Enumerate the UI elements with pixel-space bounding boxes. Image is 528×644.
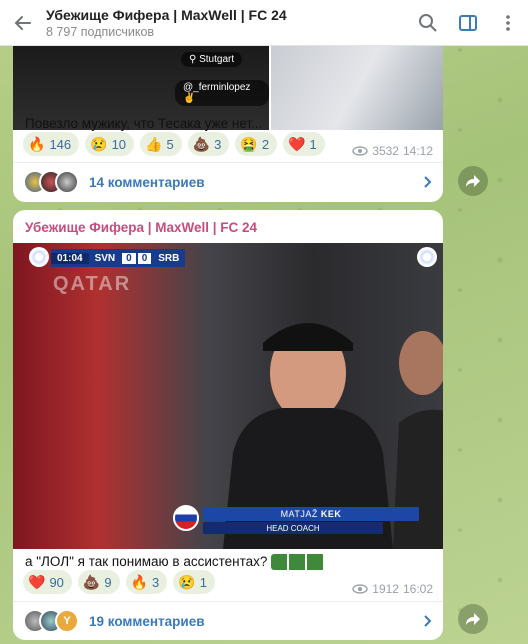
- message-text: а "ЛОЛ" я так понимаю в ассистентах?: [25, 554, 326, 571]
- chevron-right-icon: [424, 176, 432, 188]
- reaction-pill[interactable]: ❤️ 1: [283, 132, 325, 156]
- slovenia-flag-icon: [173, 505, 199, 531]
- search-icon: [419, 13, 437, 32]
- sidebar-toggle-button[interactable]: [448, 0, 488, 46]
- stadium-ad-text: QATAR: [53, 273, 132, 295]
- sender-name[interactable]: Убежище Фифера | MaxWell | FC 24: [25, 220, 257, 235]
- channel-title: Убежище Фифера | MaxWell | FC 24: [46, 6, 287, 23]
- comments-button[interactable]: 14 комментариев: [13, 162, 443, 202]
- reaction-pill[interactable]: 💩 9: [77, 570, 120, 594]
- name-lower-third: MATJAŽ KEK HEAD COACH: [173, 503, 419, 537]
- commenter-avatars: [23, 170, 79, 194]
- reaction-pill[interactable]: 🔥 146: [23, 132, 80, 156]
- share-icon: [466, 613, 480, 625]
- subscriber-count: 8 797 подписчиков: [46, 24, 155, 39]
- euro-logo-icon: [29, 247, 49, 267]
- commenter-avatars: Y: [23, 609, 79, 633]
- search-button[interactable]: [408, 0, 448, 46]
- message-time: 16:02: [402, 582, 433, 596]
- views-count: 1912: [372, 582, 399, 596]
- views-count: 3532: [372, 144, 399, 158]
- reaction-pill[interactable]: 🤮 2: [235, 132, 278, 156]
- message-bubble[interactable]: Убежище Фифера | MaxWell | FC 24 01:04 S…: [13, 210, 443, 640]
- message-text: Повезло мужику, что Тесака уже нет...: [25, 116, 263, 131]
- reaction-pill[interactable]: 👍 5: [140, 132, 182, 156]
- reaction-pill[interactable]: 😢 10: [85, 132, 135, 156]
- eye-icon: [352, 584, 368, 594]
- sticker-emoji-icon: [271, 554, 326, 571]
- forward-button[interactable]: [458, 604, 488, 634]
- hand-icon: ✌: [183, 93, 196, 104]
- pin-icon: ⚲: [189, 54, 200, 65]
- location-tag: ⚲ Stutgart: [181, 52, 243, 67]
- reaction-pill[interactable]: ❤️ 90: [23, 570, 72, 594]
- avatar: [55, 170, 79, 194]
- coach-role: HEAD COACH: [203, 522, 383, 534]
- message-bubble[interactable]: ⚲ Stutgart @_ferminlopez ✌ Повезло мужик…: [13, 20, 443, 202]
- sidebar-icon: [459, 14, 477, 31]
- eye-icon: [352, 146, 368, 156]
- message-meta: 3532 14:12: [352, 144, 433, 158]
- handle-tag: @_ferminlopez ✌: [175, 80, 269, 106]
- coach-name: MATJAŽ KEK: [203, 507, 419, 521]
- chat-header: Убежище Фифера | MaxWell | FC 24 8 797 п…: [0, 0, 528, 46]
- reactions-bar: 🔥 146 😢 10 👍 5 💩 3 🤮 2 ❤️ 1: [23, 132, 325, 156]
- score-away: 0: [137, 252, 152, 264]
- euro-logo-icon: [417, 247, 437, 267]
- comments-label: 19 комментариев: [89, 613, 205, 629]
- comments-label: 14 комментариев: [89, 174, 205, 190]
- team-home: SVN: [94, 252, 116, 264]
- match-clock: 01:04: [51, 252, 89, 264]
- comments-button[interactable]: Y 19 комментариев: [13, 601, 443, 640]
- photo[interactable]: [271, 46, 443, 130]
- reaction-pill[interactable]: 🔥 3: [125, 570, 168, 594]
- message-meta: 1912 16:02: [352, 582, 433, 596]
- video-player[interactable]: 01:04 SVN 0 0 SRB QATAR MATJAŽ KEK HEAD …: [13, 243, 443, 549]
- more-button[interactable]: [488, 0, 528, 46]
- scoreboard: 01:04 SVN 0 0 SRB: [51, 249, 186, 267]
- more-vertical-icon: [506, 14, 510, 31]
- chevron-right-icon: [424, 615, 432, 627]
- arrow-left-icon: [14, 15, 31, 30]
- forward-button[interactable]: [458, 166, 488, 196]
- team-away: SRB: [158, 252, 180, 264]
- avatar: Y: [55, 609, 79, 633]
- message-time: 14:12: [402, 144, 433, 158]
- reaction-pill[interactable]: 💩 3: [187, 132, 230, 156]
- reactions-bar: ❤️ 90 💩 9 🔥 3 😢 1: [23, 570, 215, 594]
- channel-info[interactable]: Убежище Фифера | MaxWell | FC 24 8 797 п…: [46, 7, 408, 39]
- reaction-pill[interactable]: 😢 1: [173, 570, 215, 594]
- back-button[interactable]: [0, 0, 46, 46]
- score-home: 0: [122, 252, 136, 264]
- share-icon: [466, 175, 480, 187]
